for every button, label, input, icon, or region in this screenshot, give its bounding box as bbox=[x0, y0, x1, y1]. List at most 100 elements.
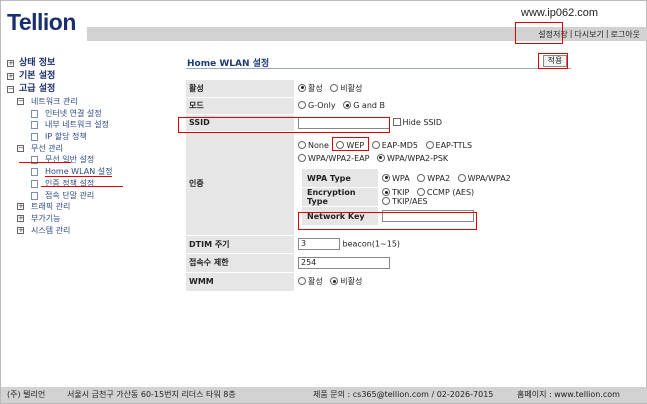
radio-selected-icon bbox=[376, 153, 385, 162]
dtim-input[interactable]: 3 bbox=[298, 238, 340, 250]
collapse-icon: − bbox=[17, 97, 24, 105]
sidebar-item-wlan-clients[interactable]: 접속 단말 관리 bbox=[5, 190, 183, 202]
expand-icon: + bbox=[17, 213, 24, 222]
wpa-type-wpa2-radio[interactable]: WPA2 bbox=[417, 173, 450, 183]
collapse-icon: − bbox=[17, 143, 24, 152]
connection-limit-label: 접속수 제한 bbox=[186, 253, 294, 273]
reboot-link[interactable]: 다시보기 bbox=[574, 29, 603, 40]
expand-icon: + bbox=[17, 202, 24, 211]
wpa-type-wpa-radio[interactable]: WPA bbox=[382, 173, 410, 183]
enc-tkip-radio[interactable]: TKIP bbox=[382, 188, 409, 197]
auth-eap-ttls-radio[interactable]: EAP-TTLS bbox=[425, 140, 472, 150]
activate-on-radio[interactable]: 활성 bbox=[298, 83, 323, 93]
link-separator: | bbox=[569, 29, 573, 38]
sidebar-item-traffic[interactable]: + 트래픽 관리 bbox=[5, 201, 183, 213]
auth-label: 인증 bbox=[186, 131, 294, 236]
radio-selected-icon bbox=[343, 101, 352, 109]
radio-icon bbox=[298, 101, 306, 109]
sidebar-item-lan[interactable]: 내부 네트워크 설정 bbox=[5, 119, 183, 131]
sidebar-item-network[interactable]: − 네트워크 관리 bbox=[5, 96, 183, 108]
document-icon bbox=[31, 179, 38, 188]
auth-wpa-eap-radio[interactable]: WPA/WPA2-EAP bbox=[298, 153, 369, 163]
mode-g-and-b-radio[interactable]: G and B bbox=[343, 101, 385, 110]
radio-selected-icon bbox=[330, 277, 339, 285]
collapse-icon: − bbox=[7, 85, 14, 93]
ssid-cell: Hide SSID bbox=[294, 114, 571, 132]
mode-options: G-Only G and B bbox=[294, 97, 571, 115]
sidebar-item-status[interactable]: + 상태 정보 bbox=[5, 57, 183, 70]
watermark-text: www.ip062.com bbox=[521, 7, 599, 19]
sidebar-item-advanced[interactable]: − 고급 설정 bbox=[5, 83, 183, 96]
link-separator: | bbox=[605, 29, 609, 38]
radio-selected-icon bbox=[382, 173, 390, 182]
sidebar-nav: + 상태 정보 + 기본 설정 − 고급 설정 − 네트워크 관리 인터넷 연결 설정 … bbox=[5, 57, 183, 236]
footer-homepage: 홈페이지 : www.tellion.com bbox=[517, 390, 620, 399]
wmm-label: WMM bbox=[186, 272, 294, 292]
radio-icon bbox=[336, 140, 345, 149]
radio-icon bbox=[298, 140, 306, 149]
sidebar-item-basic[interactable]: + 기본 설정 bbox=[5, 70, 183, 83]
mode-label: 모드 bbox=[186, 97, 294, 115]
wmm-off-radio[interactable]: 비활성 bbox=[330, 277, 362, 286]
document-icon bbox=[31, 156, 38, 165]
sidebar-item-system[interactable]: + 시스템 관리 bbox=[5, 225, 183, 237]
document-icon bbox=[31, 191, 38, 200]
radio-icon bbox=[457, 173, 466, 182]
enc-ccmp-radio[interactable]: CCMP (AES) bbox=[416, 188, 474, 197]
wpa-type-mixed-radio[interactable]: WPA/WPA2 bbox=[457, 173, 511, 183]
mode-g-only-radio[interactable]: G-Only bbox=[298, 101, 336, 110]
radio-selected-icon bbox=[298, 83, 306, 92]
document-icon bbox=[31, 109, 38, 118]
dtim-cell: 3 beacon(1~15) bbox=[294, 235, 571, 254]
hide-ssid-checkbox[interactable]: Hide SSID bbox=[392, 118, 442, 127]
wmm-on-radio[interactable]: 활성 bbox=[298, 277, 323, 286]
sidebar-item-wlan-security[interactable]: 인증 정책 설정 bbox=[5, 178, 183, 190]
expand-icon: + bbox=[7, 72, 14, 80]
radio-icon bbox=[298, 153, 306, 162]
ssid-input[interactable] bbox=[298, 116, 390, 129]
auth-none-radio[interactable]: None bbox=[298, 140, 329, 150]
radio-icon bbox=[416, 188, 425, 197]
network-key-cell bbox=[378, 206, 523, 227]
auth-wep-radio[interactable]: WEP bbox=[336, 140, 364, 150]
logout-link[interactable]: 로그아웃 bbox=[611, 29, 640, 40]
network-key-input[interactable] bbox=[382, 210, 474, 223]
radio-icon bbox=[330, 83, 339, 92]
sidebar-item-internet[interactable]: 인터넷 연결 설정 bbox=[5, 108, 183, 120]
expand-icon: + bbox=[17, 225, 24, 234]
activate-off-radio[interactable]: 비활성 bbox=[330, 83, 362, 93]
dtim-label: DTIM 주기 bbox=[186, 235, 294, 254]
checkbox-icon bbox=[392, 118, 401, 126]
enc-tkip-aes-radio[interactable]: TKIP/AES bbox=[382, 197, 428, 206]
auth-wpa-psk-radio[interactable]: WPA/WPA2-PSK bbox=[376, 153, 448, 163]
radio-selected-icon bbox=[382, 188, 390, 197]
connection-limit-input[interactable]: 254 bbox=[298, 256, 390, 269]
wpa-type-label: WPA Type bbox=[302, 168, 378, 189]
radio-icon bbox=[382, 197, 390, 206]
document-icon bbox=[31, 133, 38, 142]
page-frame: Tellion www.ip062.com 설정저장 | 다시보기 | 로그아웃… bbox=[0, 0, 647, 404]
footer-address: 서울시 금천구 가산동 60-15번지 리더스 타워 8층 bbox=[67, 390, 236, 399]
auth-eap-md5-radio[interactable]: EAP-MD5 bbox=[371, 140, 418, 150]
wlan-settings-form: 활성 활성 비활성 모드 G-Only G and B SSID Hide SS… bbox=[186, 80, 571, 292]
sidebar-item-extra[interactable]: + 부가기능 bbox=[5, 213, 183, 225]
sidebar-item-wireless[interactable]: − 무선 관리 bbox=[5, 143, 183, 155]
footer-contact: 제품 문의 : cs365@tellion.com / 02-2026-7015 bbox=[313, 390, 494, 399]
activate-label: 활성 bbox=[186, 80, 294, 98]
wmm-options: 활성 비활성 bbox=[294, 272, 571, 292]
radio-icon bbox=[298, 277, 306, 285]
network-key-label: Network Key bbox=[302, 206, 378, 227]
auth-cell: None WEP EAP-MD5 EAP-TTLS WPA/WPA2-EAP W… bbox=[294, 131, 571, 236]
radio-icon bbox=[371, 140, 380, 149]
apply-button[interactable]: 적용 bbox=[543, 55, 567, 67]
radio-icon bbox=[417, 173, 426, 182]
encryption-type-options: TKIP CCMP (AES) TKIP/AES bbox=[378, 187, 523, 208]
save-settings-link[interactable]: 설정저장 bbox=[538, 29, 567, 40]
sidebar-item-ip[interactable]: IP 할당 정책 bbox=[5, 131, 183, 143]
sidebar-item-home-wlan[interactable]: Home WLAN 설정 bbox=[5, 166, 183, 178]
document-icon bbox=[31, 121, 38, 130]
sidebar-item-wireless-basic[interactable]: 무선 일반 설정 bbox=[5, 154, 183, 166]
wpa-type-options: WPA WPA2 WPA/WPA2 bbox=[378, 168, 523, 189]
radio-icon bbox=[425, 140, 434, 149]
connection-limit-cell: 254 bbox=[294, 253, 571, 273]
